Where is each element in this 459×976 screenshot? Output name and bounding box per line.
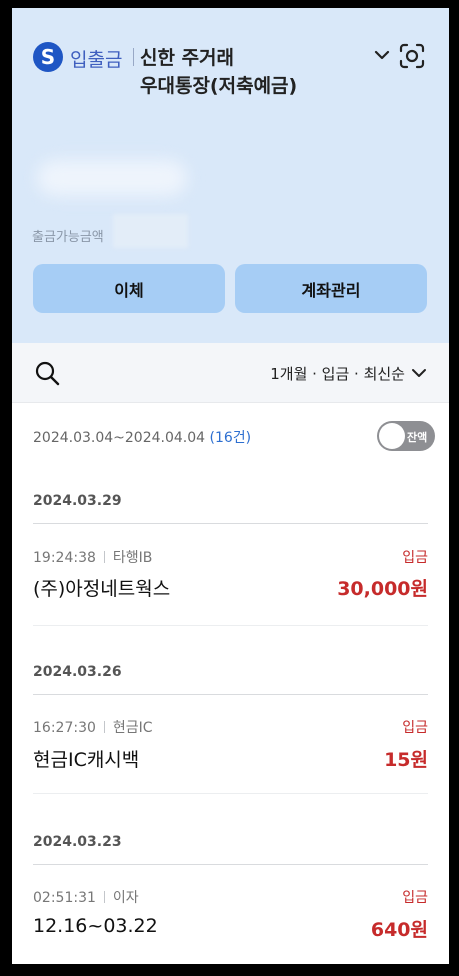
account-name-line2: 우대통장(저축예금)	[140, 75, 298, 97]
search-icon[interactable]	[34, 360, 60, 386]
divider	[33, 793, 428, 794]
transaction-amount: 15원	[384, 749, 428, 771]
transaction-time: 02:51:31	[33, 890, 96, 906]
camera-scan-icon[interactable]	[398, 42, 426, 70]
toggle-label: 잔액	[407, 431, 428, 444]
divider	[33, 625, 428, 626]
account-select-chevron-down-icon[interactable]	[373, 48, 391, 62]
date-header: 2024.03.29	[33, 493, 122, 509]
account-header: S 입출금 신한 주거래 우대통장(저축예금) 출금가능금액 이체 계좌관리	[12, 8, 449, 343]
balance-toggle[interactable]: 잔액	[377, 421, 435, 451]
period-dates: 2024.03.04~2024.04.04	[33, 430, 206, 446]
divider	[33, 523, 428, 524]
transaction-time: 19:24:38	[33, 550, 96, 566]
transaction-amount: 30,000원	[337, 578, 428, 600]
transaction-meta: 19:24:38 타행IB	[33, 547, 152, 567]
app-screen: S 입출금 신한 주거래 우대통장(저축예금) 출금가능금액 이체 계좌관리 1…	[12, 8, 449, 964]
account-manage-button[interactable]: 계좌관리	[235, 264, 427, 313]
toggle-knob	[379, 423, 405, 449]
filter-option[interactable]: 1개월 · 입금 · 최신순	[270, 363, 405, 384]
transfer-button[interactable]: 이체	[33, 264, 225, 313]
transaction-amount: 640원	[370, 919, 428, 941]
date-header: 2024.03.23	[33, 834, 122, 850]
transaction-channel: 타행IB	[112, 550, 153, 566]
transaction-type: 입금	[402, 890, 428, 906]
divider	[33, 864, 428, 865]
available-amount-hidden	[113, 214, 188, 248]
transaction-name: 현금IC캐시백	[33, 749, 140, 771]
transaction-name: (주)아정네트웍스	[33, 578, 171, 600]
divider	[133, 48, 134, 66]
date-header: 2024.03.26	[33, 664, 122, 680]
transaction-count: (16건)	[209, 430, 252, 446]
filter-chevron-down-icon[interactable]	[411, 367, 427, 379]
transaction-type: 입금	[402, 720, 428, 736]
transaction-channel: 이자	[112, 890, 139, 906]
balance-hidden	[37, 160, 187, 196]
available-amount-label: 출금가능금액	[32, 230, 104, 245]
account-type: 입출금	[70, 49, 123, 71]
shinhan-logo-icon: S	[33, 42, 63, 72]
divider	[33, 694, 428, 695]
period-range: 2024.03.04~2024.04.04 (16건)	[33, 427, 251, 447]
account-name-line1: 신한 주거래	[140, 47, 235, 69]
transaction-time: 16:27:30	[33, 720, 96, 736]
transaction-channel: 현금IC	[112, 720, 153, 736]
filter-bar: 1개월 · 입금 · 최신순	[12, 343, 449, 403]
transaction-meta: 16:27:30 현금IC	[33, 717, 153, 737]
transaction-type: 입금	[402, 550, 428, 566]
transaction-meta: 02:51:31 이자	[33, 887, 139, 907]
account-name[interactable]: 신한 주거래 우대통장(저축예금)	[140, 44, 297, 100]
transaction-name: 12.16~03.22	[33, 915, 158, 937]
